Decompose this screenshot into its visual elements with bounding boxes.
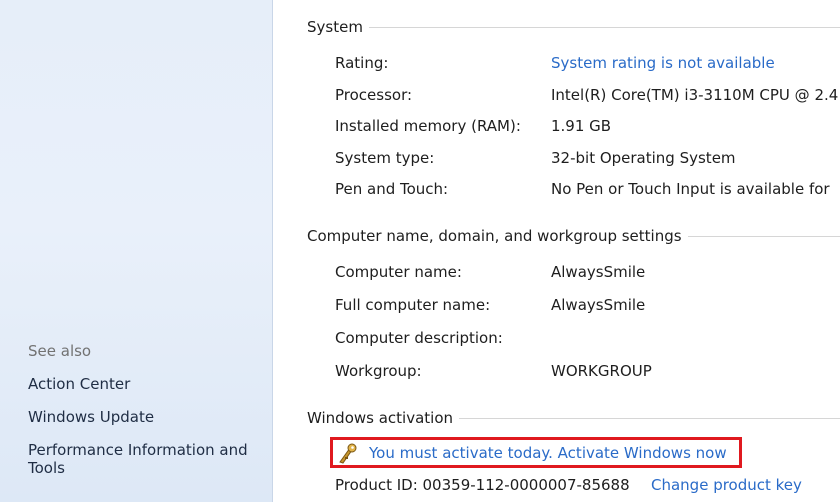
performance-link-line-2: Tools [28,459,65,477]
divider [687,235,840,237]
action-center-link[interactable]: Action Center [28,375,130,393]
key-warning-icon [337,442,359,464]
system-type-label: System type: [335,149,435,167]
pen-touch-label: Pen and Touch: [335,180,449,198]
change-product-key-link[interactable]: Change product key [651,476,802,494]
computer-description-label: Computer description: [335,329,503,347]
product-id-text: Product ID: 00359-112-0000007-85688 [335,476,630,494]
full-computer-name-label: Full computer name: [335,296,491,314]
memory-label: Installed memory (RAM): [335,117,521,135]
memory-value: 1.91 GB [551,117,612,135]
processor-label: Processor: [335,86,413,104]
system-section-heading: System [307,18,840,36]
computer-heading-text: Computer name, domain, and workgroup set… [307,227,682,245]
windows-update-link[interactable]: Windows Update [28,408,154,426]
performance-link-line-1: Performance Information and [28,441,248,459]
system-type-value: 32-bit Operating System [551,149,736,167]
computer-name-value: AlwaysSmile [551,263,646,281]
activation-heading-text: Windows activation [307,409,454,427]
activation-warning-highlight: You must activate today. Activate Window… [330,437,742,468]
system-rating-link[interactable]: System rating is not available [551,54,775,72]
processor-value: Intel(R) Core(TM) i3-3110M CPU @ 2.4 [551,86,839,104]
rating-label: Rating: [335,54,389,72]
full-computer-name-value: AlwaysSmile [551,296,646,314]
left-sidebar: See also Action Center Windows Update Pe… [0,0,273,502]
workgroup-value: WORKGROUP [551,362,652,380]
computer-name-label: Computer name: [335,263,462,281]
computer-name-section-heading: Computer name, domain, and workgroup set… [307,227,840,245]
divider [368,26,840,28]
windows-activation-section-heading: Windows activation [307,409,840,427]
activate-windows-now-link[interactable]: You must activate today. Activate Window… [369,444,727,462]
performance-information-link[interactable]: Performance Information and Tools [28,441,248,477]
pen-touch-value: No Pen or Touch Input is available for [551,180,830,198]
system-properties-panel: System Rating: System rating is not avai… [273,0,840,502]
see-also-heading: See also [28,342,92,360]
system-heading-text: System [307,18,363,36]
divider [459,417,840,419]
workgroup-label: Workgroup: [335,362,422,380]
